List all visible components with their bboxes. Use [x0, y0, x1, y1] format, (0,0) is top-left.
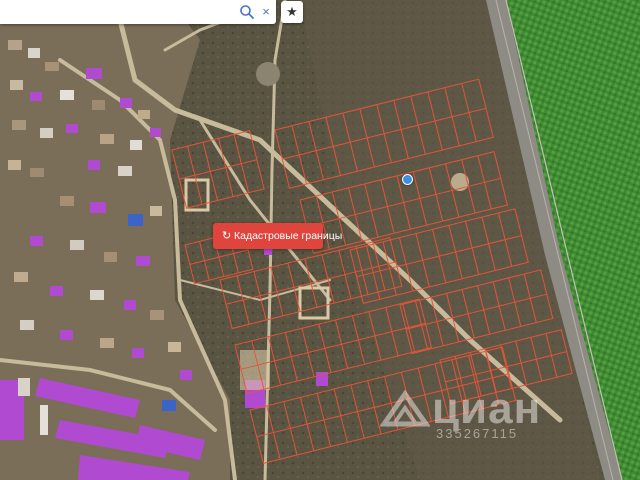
search-input[interactable]	[6, 3, 230, 23]
location-marker[interactable]	[402, 174, 413, 185]
cian-watermark: циан 335267115	[380, 384, 580, 442]
cadastral-boundaries-button[interactable]: ↻ Кадастровые границы	[213, 223, 342, 249]
refresh-icon: ↻	[222, 230, 232, 242]
search-icon[interactable]	[238, 3, 256, 21]
close-icon[interactable]: ×	[259, 3, 273, 21]
cian-logo-icon	[380, 389, 430, 427]
cadastral-boundaries-label: Кадастровые границы	[234, 230, 343, 242]
search-bar: ×	[0, 0, 276, 24]
star-icon[interactable]: ★	[281, 1, 303, 23]
watermark-listing-code: 335267115	[436, 426, 519, 441]
